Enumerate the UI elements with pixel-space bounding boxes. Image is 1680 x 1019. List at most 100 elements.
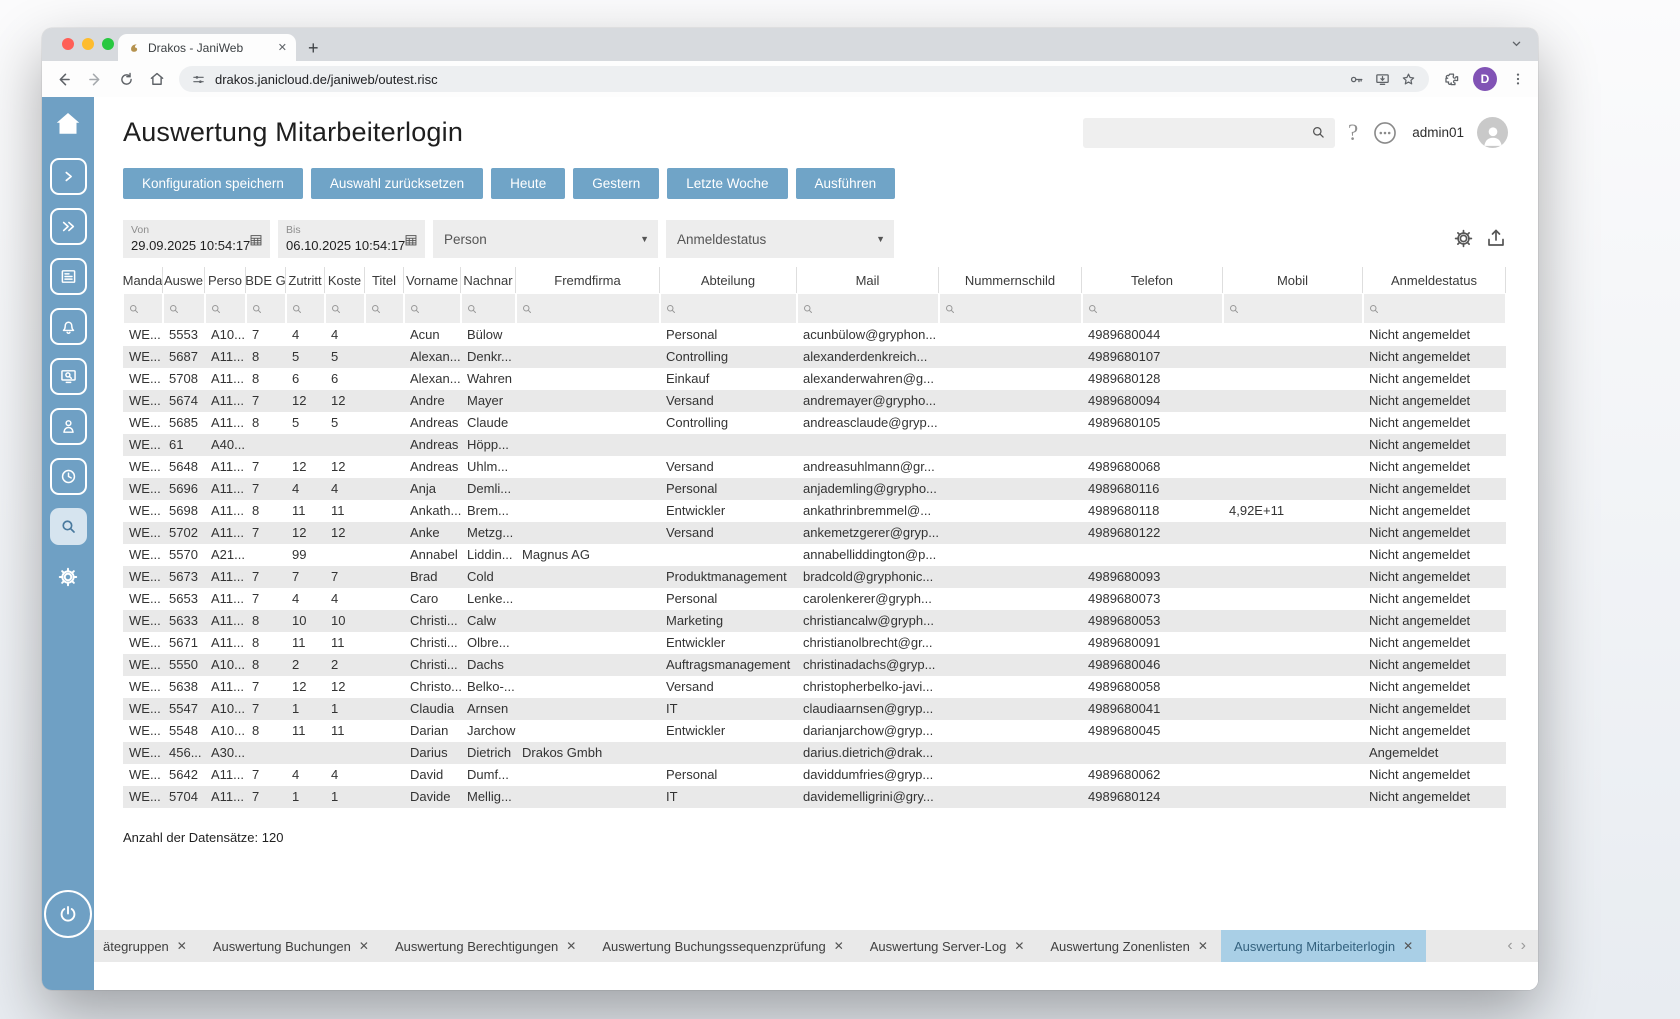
table-row[interactable]: WE...5547A10...711ClaudiaArnsenITclaudia… <box>123 698 1506 720</box>
close-window-button[interactable] <box>62 38 74 50</box>
column-filter-manda[interactable] <box>124 294 162 323</box>
calendar-icon[interactable] <box>249 233 263 252</box>
table-row[interactable]: WE...5704A11...711DavideMellig...ITdavid… <box>123 786 1506 808</box>
column-filter-vorname[interactable] <box>405 294 460 323</box>
password-key-icon[interactable] <box>1348 71 1365 88</box>
address-bar[interactable]: drakos.janicloud.de/janiweb/outest.risc <box>179 66 1429 92</box>
bottom-tab-auswertung-berechtigungen[interactable]: Auswertung Berechtigungen✕ <box>382 930 589 962</box>
column-header-auswe[interactable]: Auswe <box>163 267 205 293</box>
table-row[interactable]: WE...5673A11...777BradColdProduktmanagem… <box>123 566 1506 588</box>
table-row[interactable]: WE...5708A11...866Alexan...WahrenEinkauf… <box>123 368 1506 390</box>
user-avatar[interactable] <box>1477 117 1508 148</box>
table-row[interactable]: WE...61A40...AndreasHöpp...Nicht angemel… <box>123 434 1506 456</box>
sidebar-item-auswertung[interactable] <box>50 508 87 545</box>
kebab-menu-icon[interactable] <box>1510 71 1526 87</box>
date-to-field[interactable]: Bis 06.10.2025 10:54:17 <box>278 220 425 258</box>
sidebar-item-reports[interactable] <box>50 258 87 295</box>
maximize-window-button[interactable] <box>102 38 114 50</box>
tab-close-icon[interactable]: ✕ <box>566 939 576 953</box>
bottom-tab-auswertung-buchungen[interactable]: Auswertung Buchungen✕ <box>200 930 382 962</box>
column-filter-fremdfirma[interactable] <box>517 294 659 323</box>
auswahl-zur-cksetzen-button[interactable]: Auswahl zurücksetzen <box>311 168 483 199</box>
sidebar-item-home[interactable] <box>50 105 87 142</box>
table-row[interactable]: WE...5642A11...744DavidDumf...Personalda… <box>123 764 1506 786</box>
sidebar-item-settings[interactable] <box>50 558 87 595</box>
column-filter-auswe[interactable] <box>164 294 204 323</box>
feedback-chat-icon[interactable] <box>1371 119 1399 147</box>
tab-close-icon[interactable]: ✕ <box>1403 939 1413 953</box>
extensions-puzzle-icon[interactable] <box>1442 70 1460 88</box>
column-header-koste[interactable]: Koste <box>325 267 365 293</box>
tab-close-icon[interactable]: ✕ <box>177 939 187 953</box>
sidebar-item-run[interactable] <box>50 158 87 195</box>
forward-icon[interactable] <box>86 70 105 89</box>
table-settings-button[interactable] <box>1451 226 1476 251</box>
column-header-nummernschild[interactable]: Nummernschild <box>939 267 1082 293</box>
table-row[interactable]: WE...5702A11...71212AnkeMetzg...Versanda… <box>123 522 1506 544</box>
table-row[interactable]: WE...5653A11...744CaroLenke...Personalca… <box>123 588 1506 610</box>
date-from-field[interactable]: Von 29.09.2025 10:54:17 <box>123 220 270 258</box>
tab-close-icon[interactable]: ✕ <box>359 939 369 953</box>
export-button[interactable] <box>1484 226 1508 250</box>
heute-button[interactable]: Heute <box>491 168 565 199</box>
bottom-tab-tegruppen[interactable]: ätegruppen✕ <box>94 930 200 962</box>
sidebar-item-fast-forward[interactable] <box>50 208 87 245</box>
column-filter-abteilung[interactable] <box>661 294 796 323</box>
column-filter-bde-g[interactable] <box>247 294 285 323</box>
column-filter-mail[interactable] <box>798 294 938 323</box>
url-text[interactable]: drakos.janicloud.de/janiweb/outest.risc <box>215 72 1339 87</box>
tab-close-icon[interactable]: ✕ <box>1014 939 1024 953</box>
table-row[interactable]: WE...5648A11...71212AndreasUhlm...Versan… <box>123 456 1506 478</box>
ausf-hren-button[interactable]: Ausführen <box>796 168 896 199</box>
minimize-window-button[interactable] <box>82 38 94 50</box>
sidebar-item-notifications[interactable] <box>50 308 87 345</box>
column-filter-nachnar[interactable] <box>462 294 515 323</box>
table-row[interactable]: WE...5550A10...822Christi...DachsAuftrag… <box>123 654 1506 676</box>
table-row[interactable]: WE...5687A11...855Alexan...Denkr...Contr… <box>123 346 1506 368</box>
install-app-icon[interactable] <box>1374 71 1391 88</box>
column-header-titel[interactable]: Titel <box>365 267 404 293</box>
help-icon[interactable]: ? <box>1348 120 1358 146</box>
column-header-mobil[interactable]: Mobil <box>1223 267 1363 293</box>
column-filter-koste[interactable] <box>326 294 364 323</box>
table-row[interactable]: WE...5685A11...855AndreasClaudeControlli… <box>123 412 1506 434</box>
column-header-telefon[interactable]: Telefon <box>1082 267 1223 293</box>
global-search-input[interactable] <box>1083 118 1335 148</box>
table-row[interactable]: WE...5674A11...71212AndreMayerVersandand… <box>123 390 1506 412</box>
column-header-mail[interactable]: Mail <box>797 267 939 293</box>
column-header-bde-g[interactable]: BDE G <box>246 267 286 293</box>
column-filter-zutritt[interactable] <box>287 294 324 323</box>
tab-close-icon[interactable]: ✕ <box>278 41 287 54</box>
tab-close-icon[interactable]: ✕ <box>834 939 844 953</box>
person-select[interactable]: Person ▼ <box>433 220 658 258</box>
column-header-manda[interactable]: Manda <box>123 267 163 293</box>
table-row[interactable]: WE...5698A11...81111Ankath...Brem...Entw… <box>123 500 1506 522</box>
table-row[interactable]: WE...5548A10...81111DarianJarchowEntwick… <box>123 720 1506 742</box>
column-header-fremdfirma[interactable]: Fremdfirma <box>516 267 660 293</box>
bottom-tab-auswertung-mitarbeiterlogin[interactable]: Auswertung Mitarbeiterlogin✕ <box>1221 930 1426 962</box>
column-filter-titel[interactable] <box>366 294 403 323</box>
column-filter-mobil[interactable] <box>1224 294 1362 323</box>
calendar-icon[interactable] <box>404 233 418 252</box>
anmeldestatus-select[interactable]: Anmeldestatus ▼ <box>666 220 894 258</box>
column-filter-anmeldestatus[interactable] <box>1364 294 1505 323</box>
bottom-tab-auswertung-server-log[interactable]: Auswertung Server-Log✕ <box>857 930 1038 962</box>
table-row[interactable]: WE...5671A11...81111Christi...Olbre...En… <box>123 632 1506 654</box>
sidebar-item-time[interactable] <box>50 458 87 495</box>
table-row[interactable]: WE...5696A11...744AnjaDemli...Personalan… <box>123 478 1506 500</box>
browser-profile-avatar[interactable]: D <box>1473 67 1497 91</box>
column-filter-nummernschild[interactable] <box>940 294 1081 323</box>
sidebar-item-device-search[interactable] <box>50 358 87 395</box>
column-header-zutritt[interactable]: Zutritt <box>286 267 325 293</box>
bottom-tab-auswertung-buchungssequenzpr-fung[interactable]: Auswertung Buchungssequenzprüfung✕ <box>589 930 856 962</box>
sidebar-item-persons[interactable] <box>50 408 87 445</box>
table-row[interactable]: WE...5638A11...71212Christo...Belko-...V… <box>123 676 1506 698</box>
home-icon[interactable] <box>148 70 166 88</box>
bottom-tab-auswertung-zonenlisten[interactable]: Auswertung Zonenlisten✕ <box>1037 930 1221 962</box>
site-info-icon[interactable] <box>191 72 206 87</box>
table-row[interactable]: WE...5633A11...81010Christi...CalwMarket… <box>123 610 1506 632</box>
table-row[interactable]: WE...5553A10...744AcunBülowPersonalacunb… <box>123 324 1506 346</box>
letzte-woche-button[interactable]: Letzte Woche <box>667 168 787 199</box>
column-header-nachnar[interactable]: Nachnar <box>461 267 516 293</box>
new-tab-button[interactable]: + <box>308 39 319 57</box>
